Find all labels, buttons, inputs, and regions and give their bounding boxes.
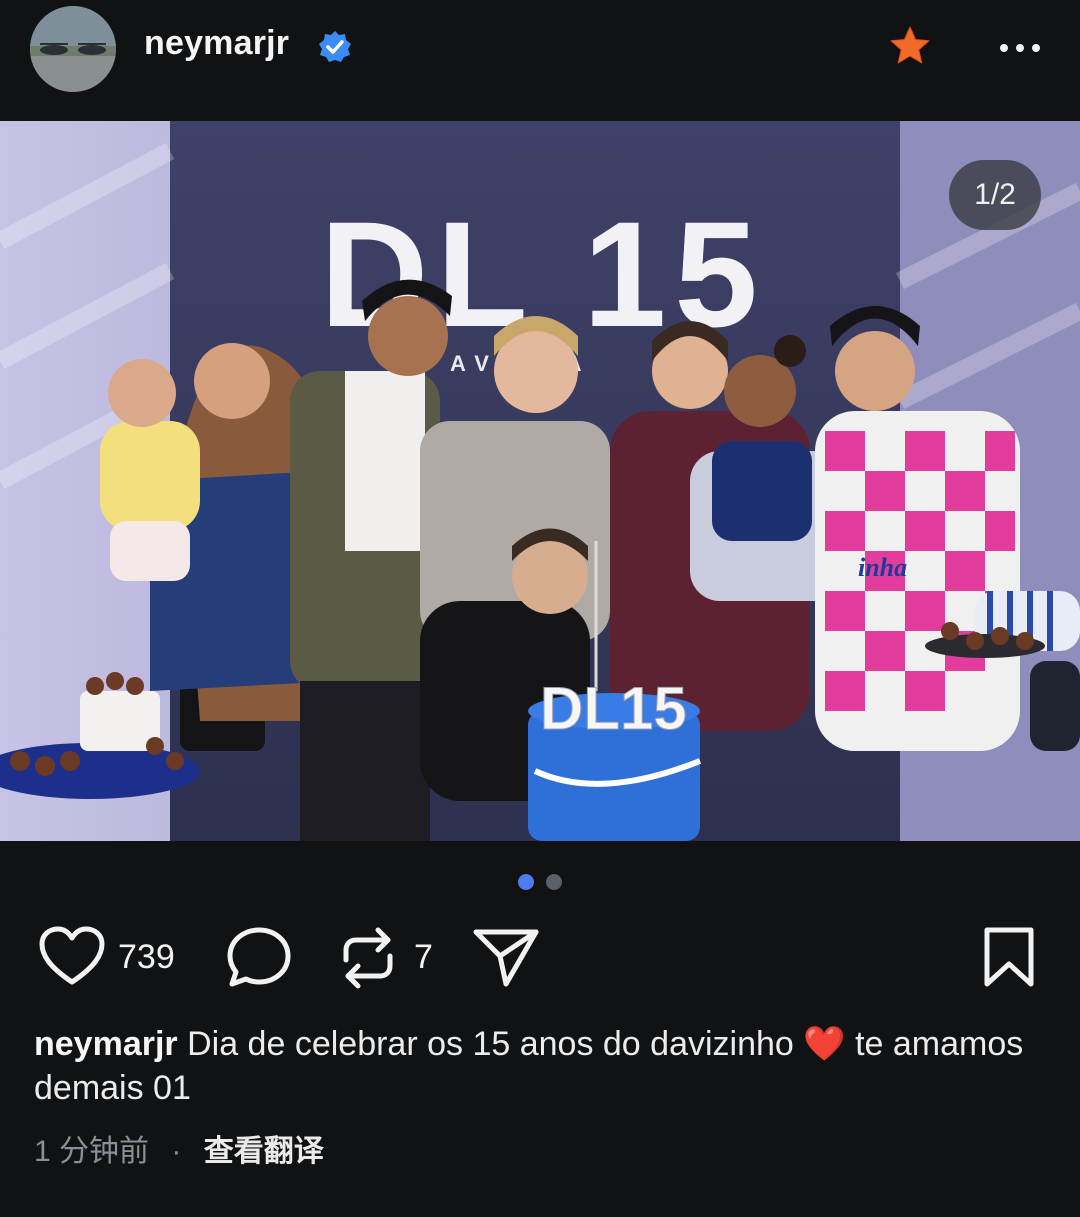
post-caption: neymarjr Dia de celebrar os 15 anos do d…	[34, 1022, 1044, 1110]
repost-icon[interactable]	[338, 926, 398, 990]
star-icon[interactable]	[888, 24, 932, 68]
username[interactable]: neymarjr	[144, 24, 289, 63]
like-count[interactable]: 739	[118, 938, 175, 977]
post-photo[interactable]: DL 15 AVE CA	[0, 121, 1080, 841]
shirt-text: inha	[858, 553, 907, 582]
avatar[interactable]	[30, 6, 116, 92]
post-time: 1 分钟前	[34, 1135, 150, 1168]
action-bar: 739 7	[0, 920, 1080, 1000]
repost-count[interactable]: 7	[414, 938, 433, 977]
meta-separator: ·	[171, 1135, 182, 1168]
party-photo-illustration: DL 15 AVE CA	[0, 121, 1080, 841]
cake-text: DL15	[540, 675, 687, 742]
carousel-indicator	[518, 874, 568, 892]
comment-icon[interactable]	[226, 926, 292, 990]
more-options-icon[interactable]	[996, 28, 1044, 68]
bookmark-icon[interactable]	[982, 926, 1036, 988]
avatar-image	[30, 6, 116, 92]
caption-text-before: Dia de celebrar os 15 anos do davizinho	[187, 1025, 794, 1063]
post-meta: 1 分钟前 · 查看翻译	[34, 1126, 324, 1170]
carousel-counter: 1/2	[949, 160, 1041, 230]
heart-icon[interactable]	[38, 926, 106, 988]
verified-badge-icon	[319, 31, 351, 62]
post-header: neymarjr	[0, 0, 1080, 110]
post: neymarjr DL 15 AVE inha DL15 1/2 739 7 n…	[0, 0, 1080, 1217]
carousel-dot-2[interactable]	[546, 874, 562, 890]
caption-username[interactable]: neymarjr	[34, 1025, 178, 1063]
see-translation-link[interactable]: 查看翻译	[204, 1135, 324, 1168]
heart-emoji-icon: ❤️	[803, 1025, 846, 1063]
share-icon[interactable]	[472, 926, 540, 988]
carousel-dot-1[interactable]	[518, 874, 534, 890]
